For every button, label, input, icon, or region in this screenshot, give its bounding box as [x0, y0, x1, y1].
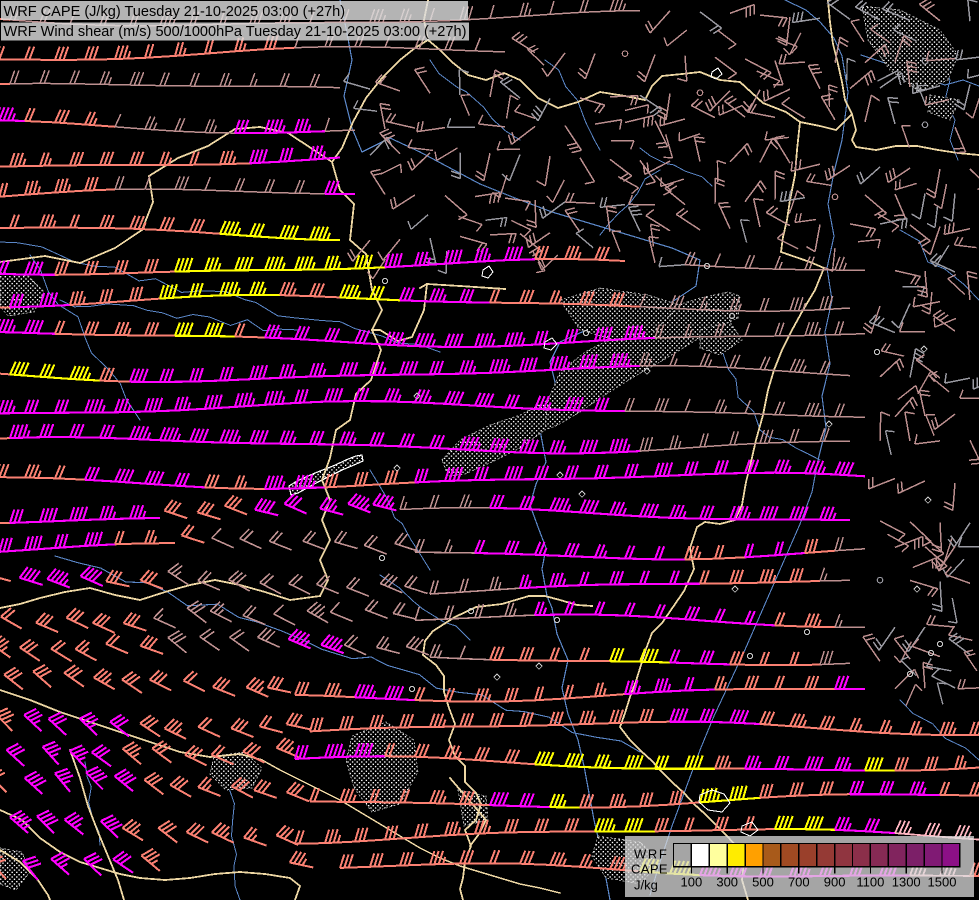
- svg-text:WRF CAPE (J/kg) Tuesday 21-10-: WRF CAPE (J/kg) Tuesday 21-10-2025 03:00…: [4, 4, 346, 20]
- svg-text:J/kg: J/kg: [634, 878, 658, 893]
- svg-text:500: 500: [752, 875, 774, 890]
- svg-text:1300: 1300: [892, 875, 921, 890]
- svg-text:WRF Wind shear (m/s) 500/1000h: WRF Wind shear (m/s) 500/1000hPa Tuesday…: [4, 24, 467, 40]
- svg-text:100: 100: [681, 875, 703, 890]
- svg-text:CAPE: CAPE: [631, 862, 668, 877]
- svg-text:1100: 1100: [856, 875, 884, 890]
- svg-text:300: 300: [716, 875, 738, 890]
- svg-text:WRF: WRF: [634, 847, 668, 862]
- svg-text:700: 700: [788, 875, 810, 890]
- svg-text:1500: 1500: [928, 875, 957, 890]
- svg-text:900: 900: [824, 875, 846, 890]
